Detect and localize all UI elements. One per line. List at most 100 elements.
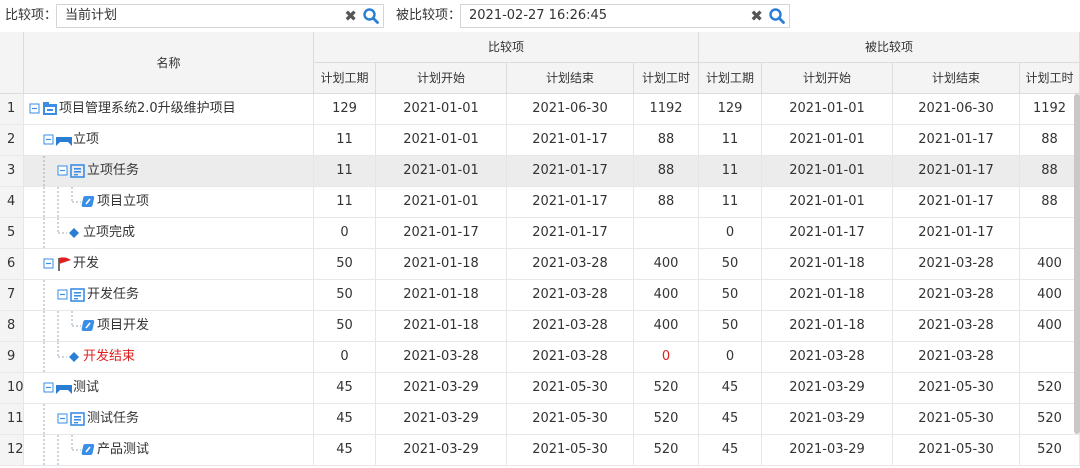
compare-end-cell: 2021-03-28 <box>507 280 634 310</box>
table-row[interactable]: 3 立项任务 11 2021-01-01 2021-01-17 88 11 2021-01-0… <box>0 156 1080 187</box>
column-header-compare-duration[interactable]: 计划工期 <box>314 63 376 94</box>
task-name-cell[interactable]: 项目立项 <box>24 187 314 217</box>
compared-label: 被比较项： <box>396 8 462 23</box>
compared-hours-cell: 88 <box>1020 156 1080 186</box>
compare-start-cell: 2021-01-18 <box>376 249 507 279</box>
task-group-icon <box>70 412 85 426</box>
compared-start-cell: 2021-01-18 <box>762 311 893 341</box>
column-header-name[interactable]: 名称 <box>24 32 314 94</box>
search-icon[interactable] <box>361 7 381 25</box>
compared-end-cell: 2021-06-30 <box>893 94 1020 124</box>
task-name: 立项完成 <box>83 225 136 240</box>
compare-end-cell: 2021-01-17 <box>507 156 634 186</box>
phase-icon <box>56 385 72 394</box>
task-name-cell[interactable]: 立项完成 <box>24 218 314 248</box>
vertical-scrollbar[interactable] <box>1074 94 1080 434</box>
compared-hours-cell <box>1020 218 1080 248</box>
task-name: 立项 <box>73 132 100 147</box>
compared-duration-cell: 0 <box>699 342 762 372</box>
table-row[interactable]: 4 项目立项 11 2021-01-01 2021-01-17 88 11 2021-01-0… <box>0 187 1080 218</box>
compare-duration-cell: 0 <box>314 218 376 248</box>
compare-start-cell: 2021-01-01 <box>376 156 507 186</box>
compare-hours-cell: 1192 <box>634 94 699 124</box>
compared-end-cell: 2021-05-30 <box>893 373 1020 403</box>
compare-duration-cell: 11 <box>314 156 376 186</box>
task-name-cell[interactable]: 测试任务 <box>24 404 314 434</box>
search-icon[interactable] <box>767 7 787 25</box>
table-row[interactable]: 10 测试 45 2021-03-29 2021-05-30 520 45 2021-03-2… <box>0 373 1080 404</box>
compared-hours-cell: 520 <box>1020 435 1080 465</box>
compare-start-cell: 2021-01-01 <box>376 187 507 217</box>
compare-end-cell: 2021-05-30 <box>507 373 634 403</box>
compared-hours-cell: 520 <box>1020 373 1080 403</box>
table-row[interactable]: 12 产品测试 45 2021-03-29 2021-05-30 520 45 2021-03… <box>0 435 1080 466</box>
compare-end-cell: 2021-05-30 <box>507 435 634 465</box>
row-number: 2 <box>0 125 24 155</box>
compared-duration-cell: 11 <box>699 125 762 155</box>
compare-start-cell: 2021-01-18 <box>376 311 507 341</box>
table-row[interactable]: 8 项目开发 50 2021-01-18 2021-03-28 400 50 2021-01-… <box>0 311 1080 342</box>
compared-start-cell: 2021-03-28 <box>762 342 893 372</box>
compared-field[interactable]: 2021-02-27 16:26:45 ✖ <box>460 4 790 28</box>
compare-start-cell: 2021-03-29 <box>376 373 507 403</box>
compare-start-cell: 2021-03-29 <box>376 404 507 434</box>
task-name-cell[interactable]: 开发结束 <box>24 342 314 372</box>
compared-start-cell: 2021-01-01 <box>762 156 893 186</box>
compare-duration-cell: 50 <box>314 280 376 310</box>
task-name-cell[interactable]: 立项任务 <box>24 156 314 186</box>
table-row[interactable]: 1 项目管理系统2.0升级维护项目 129 2021-01-01 2021-06-30 1… <box>0 94 1080 125</box>
compared-start-cell: 2021-01-01 <box>762 125 893 155</box>
compare-duration-cell: 50 <box>314 249 376 279</box>
compare-hours-cell: 520 <box>634 404 699 434</box>
compared-hours-cell: 1192 <box>1020 94 1080 124</box>
column-header-compared-duration[interactable]: 计划工期 <box>699 63 762 94</box>
milestone-icon <box>69 228 79 238</box>
compare-end-cell: 2021-05-30 <box>507 404 634 434</box>
column-header-compared-start[interactable]: 计划开始 <box>762 63 893 94</box>
compare-start-cell: 2021-03-28 <box>376 342 507 372</box>
compared-hours-cell: 88 <box>1020 125 1080 155</box>
compared-duration-cell: 45 <box>699 404 762 434</box>
compared-start-cell: 2021-01-01 <box>762 187 893 217</box>
task-icon <box>81 320 95 331</box>
table-row[interactable]: 11 测试任务 45 2021-03-29 2021-05-30 520 45 2021-03… <box>0 404 1080 435</box>
column-header-compared-hours[interactable]: 计划工时 <box>1020 63 1080 94</box>
compared-start-cell: 2021-01-17 <box>762 218 893 248</box>
task-name-cell[interactable]: 产品测试 <box>24 435 314 465</box>
row-number: 9 <box>0 342 24 372</box>
table-row[interactable]: 7 开发任务 50 2021-01-18 2021-03-28 400 50 2021-01-… <box>0 280 1080 311</box>
table-row[interactable]: 2 立项 11 2021-01-01 2021-01-17 88 11 2021-01-01 2… <box>0 125 1080 156</box>
table-row[interactable]: 5 立项完成 0 2021-01-17 2021-01-17 0 2021-01-17 202… <box>0 218 1080 249</box>
compared-start-cell: 2021-03-29 <box>762 435 893 465</box>
task-name-cell[interactable]: 项目管理系统2.0升级维护项目 <box>24 94 314 124</box>
compared-hours-cell: 88 <box>1020 187 1080 217</box>
task-name-cell[interactable]: 项目开发 <box>24 311 314 341</box>
compare-end-cell: 2021-03-28 <box>507 342 634 372</box>
compare-hours-cell: 88 <box>634 187 699 217</box>
compared-end-cell: 2021-03-28 <box>893 342 1020 372</box>
compared-duration-cell: 11 <box>699 156 762 186</box>
column-header-compare-start[interactable]: 计划开始 <box>376 63 507 94</box>
phase-icon <box>56 137 72 146</box>
compare-start-cell: 2021-01-17 <box>376 218 507 248</box>
compare-hours-cell: 520 <box>634 373 699 403</box>
compare-field[interactable]: 当前计划 ✖ <box>56 4 384 28</box>
column-header-compare-hours[interactable]: 计划工时 <box>634 63 699 94</box>
table-row[interactable]: 9 开发结束 0 2021-03-28 2021-03-28 0 0 2021-03-28 20… <box>0 342 1080 373</box>
clear-icon[interactable]: ✖ <box>344 5 357 27</box>
task-name-cell[interactable]: 开发 <box>24 249 314 279</box>
row-number: 1 <box>0 94 24 124</box>
column-header-compared-end[interactable]: 计划结束 <box>893 63 1020 94</box>
task-name-cell[interactable]: 测试 <box>24 373 314 403</box>
table-row[interactable]: 6 开发 50 2021-01-18 2021-03-28 400 50 2021-01-18… <box>0 249 1080 280</box>
task-icon <box>81 444 95 455</box>
compare-hours-cell: 400 <box>634 249 699 279</box>
compare-start-cell: 2021-03-29 <box>376 435 507 465</box>
task-name-cell[interactable]: 开发任务 <box>24 280 314 310</box>
clear-icon[interactable]: ✖ <box>750 5 763 27</box>
compare-hours-cell: 520 <box>634 435 699 465</box>
compared-hours-cell <box>1020 342 1080 372</box>
column-header-compare-end[interactable]: 计划结束 <box>507 63 634 94</box>
compare-duration-cell: 50 <box>314 311 376 341</box>
task-name-cell[interactable]: 立项 <box>24 125 314 155</box>
